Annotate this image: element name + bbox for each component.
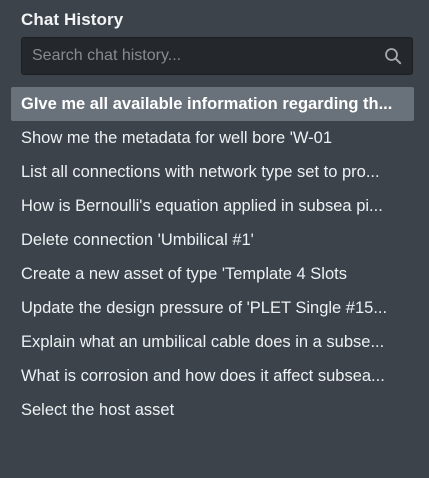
chat-history-item[interactable]: Create a new asset of type 'Template 4 S… [11, 257, 414, 291]
chat-history-item[interactable]: Show me the metadata for well bore 'W-01 [11, 121, 414, 155]
chat-history-item-active[interactable]: GIve me all available information regard… [11, 87, 414, 121]
chat-history-item[interactable]: Update the design pressure of 'PLET Sing… [11, 291, 414, 325]
search-input[interactable] [32, 38, 372, 74]
panel-title: Chat History [21, 10, 124, 29]
search-icon[interactable] [384, 47, 402, 65]
chat-history-item[interactable]: List all connections with network type s… [11, 155, 414, 189]
chat-history-list: GIve me all available information regard… [11, 87, 414, 427]
chat-history-item[interactable]: What is corrosion and how does it affect… [11, 359, 414, 393]
chat-history-item[interactable]: Select the host asset [11, 393, 414, 427]
chat-history-item[interactable]: Delete connection 'Umbilical #1' [11, 223, 414, 257]
chat-history-item[interactable]: Explain what an umbilical cable does in … [11, 325, 414, 359]
search-box[interactable] [21, 37, 413, 75]
chat-history-panel: Chat History GIve me all available infor… [0, 0, 429, 478]
chat-history-item[interactable]: How is Bernoulli's equation applied in s… [11, 189, 414, 223]
